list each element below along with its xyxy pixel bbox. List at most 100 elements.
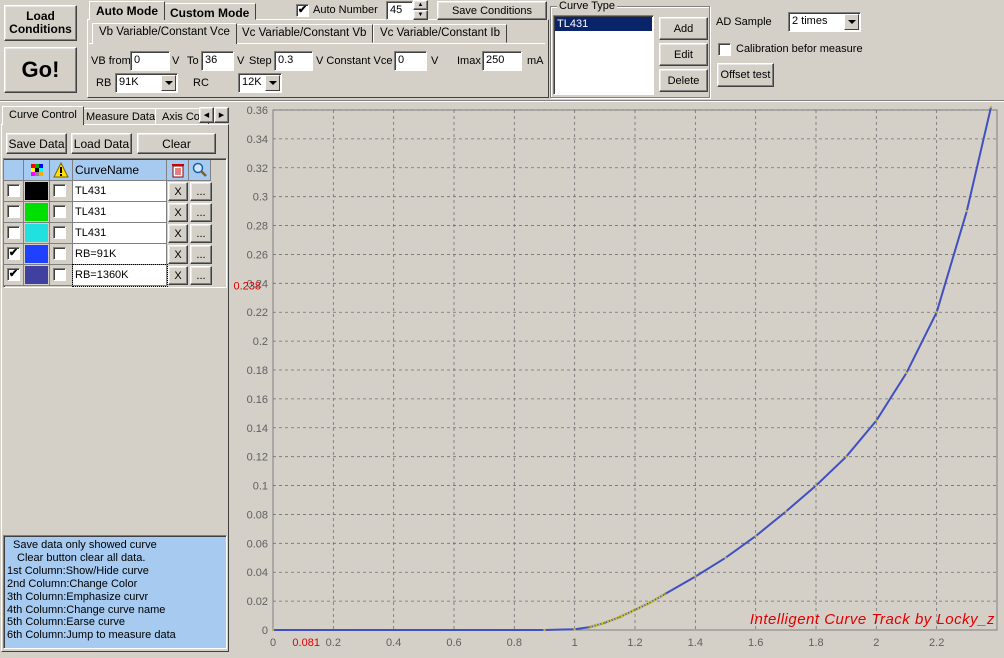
jump-measure-button[interactable]: ...	[190, 224, 212, 243]
curve-name-cell[interactable]: TL431	[73, 202, 167, 223]
data-point	[965, 209, 969, 213]
load-conditions-button[interactable]: Load Conditions	[4, 5, 77, 41]
curve-type-list[interactable]: TL431	[553, 15, 654, 95]
color-cell[interactable]	[24, 265, 50, 286]
emphasize-cell	[50, 181, 73, 202]
save-data-button[interactable]: Save Data	[6, 133, 67, 154]
y-tick-label: 0	[262, 625, 268, 637]
go-button[interactable]: Go!	[4, 47, 77, 93]
x-tick-label: 2	[873, 637, 879, 649]
vce-unit: V	[431, 55, 439, 67]
auto-number-spin-down[interactable]: ▼	[413, 10, 428, 20]
jump-measure-button[interactable]: ...	[190, 203, 212, 222]
vb-from-input[interactable]: 0	[130, 51, 170, 71]
vce-input[interactable]: 0	[394, 51, 427, 71]
table-row: TL431 X ...	[4, 223, 227, 244]
tab-measure-data[interactable]: Measure Data	[79, 108, 163, 125]
jump-measure-button[interactable]: ...	[190, 182, 212, 201]
curve-type-title: Curve Type	[557, 0, 618, 12]
erase-curve-button[interactable]: X	[168, 203, 188, 222]
data-point	[543, 628, 546, 632]
table-row: TL431 X ...	[4, 202, 227, 223]
show-curve-checkbox[interactable]	[7, 226, 20, 239]
help-line: 2nd Column:Change Color	[7, 577, 138, 590]
to-input[interactable]: 36	[201, 51, 234, 71]
calibration-checkbox[interactable]	[718, 43, 731, 56]
delete-curve-type-button[interactable]: Delete	[659, 69, 708, 92]
rb-select[interactable]: 91K	[115, 73, 178, 93]
imax-input[interactable]: 250	[482, 51, 522, 71]
curve-name-cell[interactable]: TL431	[73, 223, 167, 244]
emphasize-checkbox[interactable]	[53, 184, 66, 197]
curve-type-item[interactable]: TL431	[555, 17, 652, 31]
offset-test-button[interactable]: Offset test	[717, 63, 774, 87]
auto-number-checkbox[interactable]: ✔	[296, 4, 309, 17]
subtab-vb-variable[interactable]: Vb Variable/Constant Vce	[92, 23, 237, 44]
subtab-vc-variable-vb[interactable]: Vc Variable/Constant Vb	[235, 24, 374, 43]
chevron-down-icon[interactable]	[265, 75, 280, 91]
add-curve-type-button[interactable]: Add	[659, 17, 708, 40]
load-data-button[interactable]: Load Data	[71, 133, 132, 154]
color-swatch[interactable]	[25, 203, 48, 221]
auto-number-input[interactable]: 45	[386, 1, 413, 20]
jump-measure-button[interactable]: ...	[190, 245, 212, 264]
color-swatch[interactable]	[25, 266, 48, 284]
save-conditions-button[interactable]: Save Conditions	[437, 1, 547, 20]
show-cell	[4, 202, 24, 223]
step-input[interactable]: 0.3	[274, 51, 313, 71]
y-tick-label: 0.14	[247, 423, 268, 435]
auto-number-spin-up[interactable]: ▲	[413, 0, 428, 10]
tab-scroll-right[interactable]: ▶	[214, 107, 229, 123]
tab-custom-mode[interactable]: Custom Mode	[163, 3, 257, 20]
erase-curve-button[interactable]: X	[168, 266, 188, 285]
rc-select-value: 12K	[242, 76, 262, 88]
y-tick-label: 0.02	[247, 596, 268, 608]
emphasize-checkbox[interactable]	[53, 268, 66, 281]
color-cell[interactable]	[24, 202, 50, 223]
erase-curve-button[interactable]: X	[168, 245, 188, 264]
y-tick-label: 0.08	[247, 509, 268, 521]
tab-scroll-left[interactable]: ◀	[199, 107, 214, 123]
color-swatch[interactable]	[25, 182, 48, 200]
curve-name-cell[interactable]: RB=91K	[73, 244, 167, 265]
data-point	[905, 371, 908, 375]
help-line: 5th Column:Earse curve	[7, 616, 125, 629]
emphasize-checkbox[interactable]	[53, 247, 66, 260]
edit-curve-type-button[interactable]: Edit	[659, 43, 708, 66]
chevron-down-icon[interactable]	[844, 14, 859, 30]
rb-label: RB	[96, 77, 112, 89]
y-tick-label: 0.28	[247, 221, 268, 233]
color-cell[interactable]	[24, 181, 50, 202]
color-swatch[interactable]	[25, 224, 48, 242]
subtab-vc-variable-ib[interactable]: Vc Variable/Constant Ib	[373, 24, 507, 43]
color-cell[interactable]	[24, 223, 50, 244]
erase-curve-button[interactable]: X	[168, 224, 188, 243]
y-tick-label: 0.22	[247, 307, 268, 319]
cursor-y-readout: 0.238	[233, 281, 261, 293]
clear-button[interactable]: Clear	[137, 133, 216, 154]
emphasize-checkbox[interactable]	[53, 226, 66, 239]
show-curve-checkbox[interactable]	[7, 184, 20, 197]
emphasize-checkbox[interactable]	[53, 205, 66, 218]
vb-from-label: VB from	[91, 55, 131, 67]
curve-name-cell[interactable]: RB=1360K	[72, 264, 168, 287]
show-curve-checkbox[interactable]: ✔	[7, 268, 20, 281]
table-row: ✔ RB=91K X ...	[4, 244, 227, 265]
rc-select[interactable]: 12K	[238, 73, 282, 93]
show-curve-checkbox[interactable]: ✔	[7, 247, 20, 260]
color-swatch[interactable]	[25, 245, 48, 263]
curve-chart[interactable]: 0 0.2 0.4 0.6 0.8 1 1.2 1.4 1.6 1.8 2 2.2 0 0.02 0.04 0…	[233, 104, 1004, 655]
ad-sample-select[interactable]: 2 times	[788, 12, 861, 32]
tab-curve-control[interactable]: Curve Control	[2, 106, 84, 125]
y-tick-label: 0.26	[247, 249, 268, 261]
show-curve-checkbox[interactable]	[7, 205, 20, 218]
erase-curve-button[interactable]: X	[168, 182, 188, 201]
ad-sample-value: 2 times	[792, 15, 828, 27]
data-point	[875, 419, 878, 422]
chevron-down-icon[interactable]	[161, 75, 176, 91]
x-tick-label: 1.4	[688, 637, 703, 649]
tab-auto-mode[interactable]: Auto Mode	[89, 1, 165, 20]
color-cell[interactable]	[24, 244, 50, 265]
jump-measure-button[interactable]: ...	[190, 266, 212, 285]
curve-name-cell[interactable]: TL431	[73, 181, 167, 202]
